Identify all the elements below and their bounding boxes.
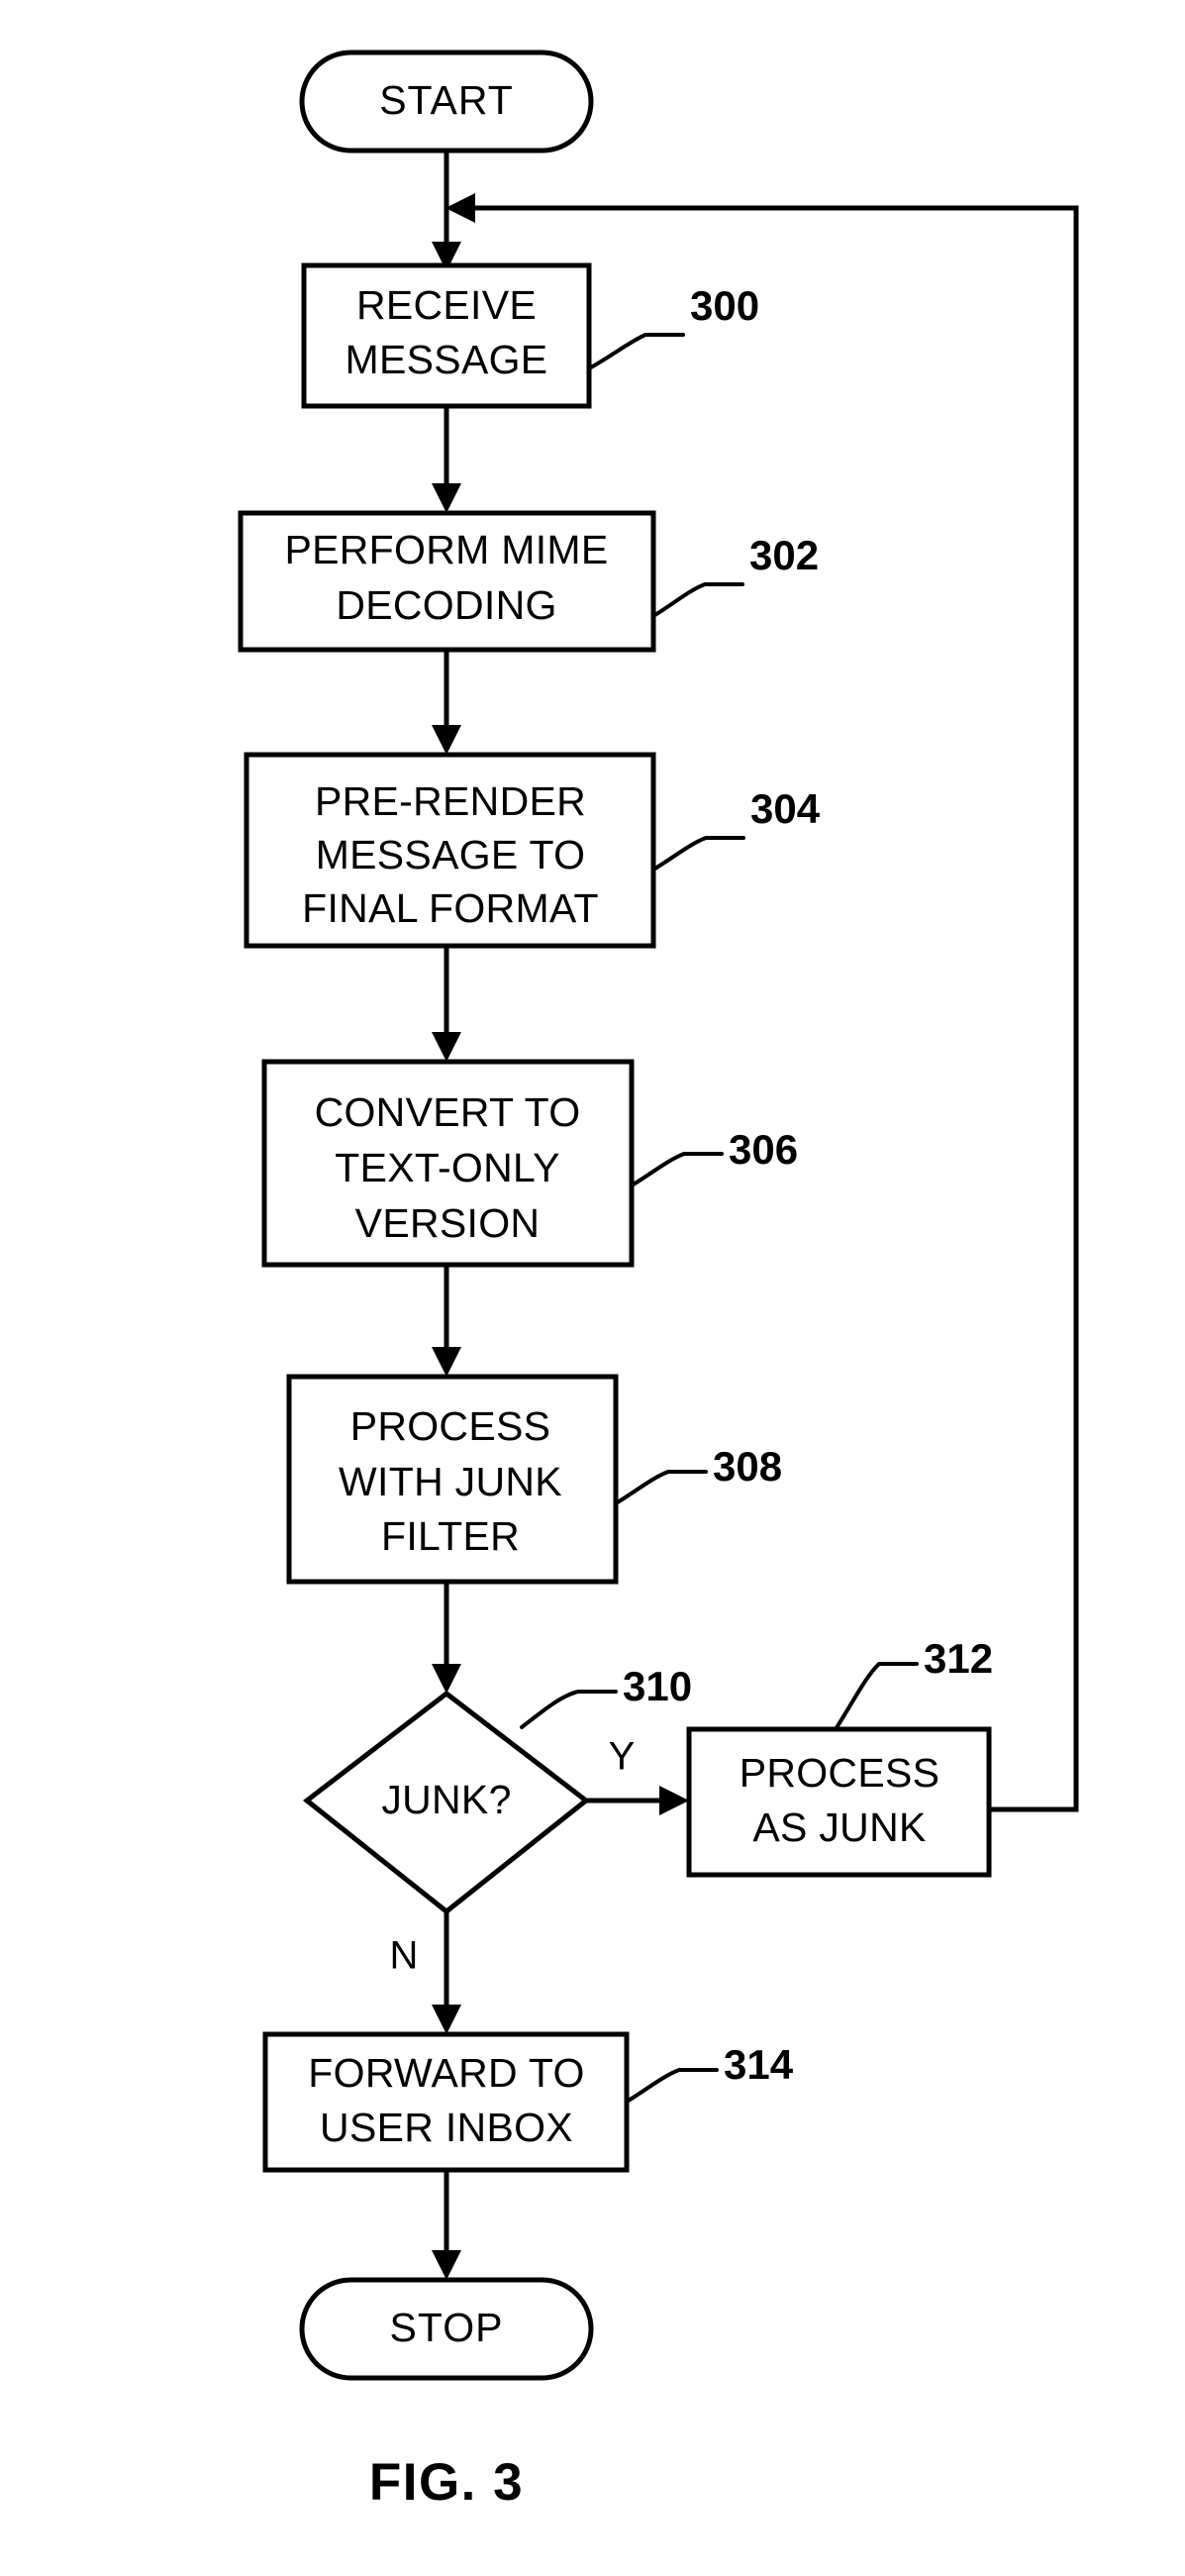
process-as-junk-line-1: PROCESS [740,1750,940,1796]
leader-line-310 [520,1690,618,1729]
branch-label-no: N [390,1934,419,1978]
ref-numeral-310: 310 [623,1663,692,1709]
process-as-junk-line-2: AS JUNK [752,1804,926,1850]
connector-forward-to-stop [432,2170,461,2280]
connector-prerender-to-convert [432,946,461,1062]
ref-numeral-312: 312 [924,1635,993,1682]
leader-line-304 [651,836,745,872]
process-forward-user-inbox[interactable]: FORWARD TO USER INBOX [262,2031,630,2173]
connector-receive-to-mime [432,406,461,513]
process-junk-filter-line-2: WITH JUNK [339,1459,562,1504]
leader-line-302 [651,582,744,618]
branch-label-yes: Y [609,1735,636,1779]
connector-decision-yes-to-junk [586,1786,689,1815]
connector-decision-no-to-forward [432,1911,461,2034]
process-junk-filter-line-3: FILTER [381,1513,520,1559]
connector-convert-to-filter [432,1265,461,1377]
ref-numeral-308: 308 [713,1443,782,1490]
ref-numeral-306: 306 [729,1126,798,1173]
process-convert-text-only-line-3: VERSION [355,1200,541,1246]
ref-numeral-304: 304 [750,785,821,832]
process-receive-message-line-2: MESSAGE [346,337,548,382]
leader-line-314 [625,2068,719,2104]
process-junk-filter[interactable]: PROCESS WITH JUNK FILTER [286,1374,619,1585]
process-receive-message[interactable]: RECEIVE MESSAGE [301,262,592,409]
connector-mime-to-prerender [432,650,461,755]
process-pre-render-message[interactable]: PRE-RENDER MESSAGE TO FINAL FORMAT [244,752,656,949]
process-convert-text-only[interactable]: CONVERT TO TEXT-ONLY VERSION [261,1059,635,1268]
leader-line-300 [587,333,685,370]
terminal-start-label: START [379,77,514,123]
process-receive-message-line-1: RECEIVE [356,282,537,328]
process-perform-mime-decoding-line-2: DECODING [336,582,556,628]
flowchart-canvas: START RECEIVE MESSAGE 300 PERFORM MIME D… [238,50,1079,2512]
leader-line-306 [630,1152,724,1187]
process-junk-filter-line-1: PROCESS [350,1403,551,1449]
process-convert-text-only-line-1: CONVERT TO [315,1089,581,1135]
process-pre-render-message-line-2: MESSAGE TO [316,832,586,877]
terminal-start[interactable]: START [299,50,594,154]
leader-line-308 [614,1470,708,1505]
process-perform-mime-decoding[interactable]: PERFORM MIME DECODING [238,510,656,653]
ref-numeral-300: 300 [690,282,759,329]
ref-numeral-314: 314 [724,2041,794,2088]
figure-root: START RECEIVE MESSAGE 300 PERFORM MIME D… [0,0,1185,2576]
decision-junk-label: JUNK? [381,1777,511,1822]
process-pre-render-message-line-3: FINAL FORMAT [302,885,599,931]
process-forward-user-inbox-line-2: USER INBOX [320,2105,573,2150]
ref-numeral-302: 302 [749,532,819,578]
decision-junk[interactable]: JUNK? [302,1690,591,1915]
connector-filter-to-decision [432,1582,461,1694]
terminal-stop[interactable]: STOP [299,2277,594,2381]
process-perform-mime-decoding-line-1: PERFORM MIME [284,527,608,572]
figure-caption: FIG. 3 [369,2453,524,2512]
process-convert-text-only-line-2: TEXT-ONLY [335,1145,559,1190]
process-pre-render-message-line-1: PRE-RENDER [315,778,586,824]
process-as-junk[interactable]: PROCESS AS JUNK [686,1726,992,1878]
terminal-stop-label: STOP [390,2305,504,2350]
process-forward-user-inbox-line-1: FORWARD TO [308,2050,584,2096]
leader-line-312 [834,1662,919,1731]
